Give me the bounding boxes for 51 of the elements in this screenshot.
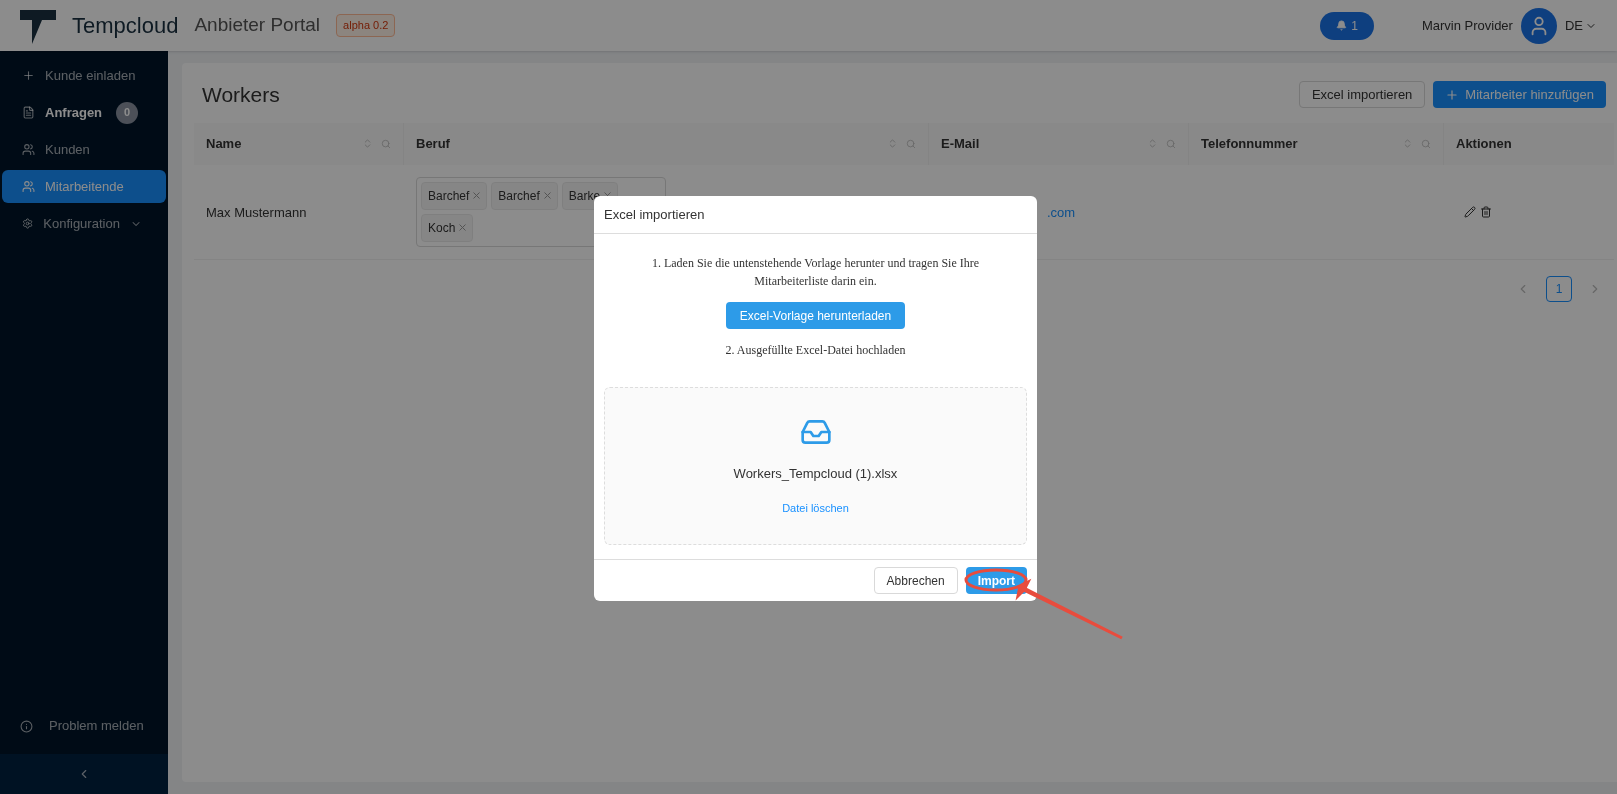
search-icon[interactable] (1166, 138, 1176, 149)
delete-icon[interactable] (1480, 205, 1492, 218)
add-button[interactable]: Mitarbeiter hinzufügen (1433, 81, 1606, 109)
cancel-button[interactable]: Abbrechen (873, 567, 958, 594)
sidebar-item[interactable]: Mitarbeitende (2, 170, 166, 203)
count-badge: 0 (116, 101, 138, 124)
portal-title: Anbieter Portal (194, 13, 321, 38)
sidebar-item[interactable]: Kunden (2, 133, 166, 166)
download-template-button[interactable]: Excel-Vorlage herunterladen (725, 302, 906, 329)
import-button[interactable]: Excel importieren (1298, 81, 1426, 109)
sidebar-label: Kunden (45, 140, 90, 159)
plus-icon (1445, 87, 1460, 102)
team-icon (22, 180, 35, 193)
upload-area[interactable]: Workers_Tempcloud (1).xlsx Datei löschen (604, 387, 1027, 545)
sidebar-item[interactable]: Konfiguration (2, 207, 166, 240)
sidebar-item[interactable]: Anfragen 0 (2, 96, 166, 129)
edit-icon[interactable] (1464, 205, 1476, 218)
language-selector[interactable]: DE (1564, 15, 1597, 36)
page-title: Workers (202, 82, 280, 108)
tag: Barchef (421, 181, 488, 210)
column-header: E-Mail (941, 134, 980, 153)
delete-file-link[interactable]: Datei löschen (782, 499, 849, 516)
sidebar-label: Anfragen (45, 103, 103, 122)
logo-icon (20, 7, 56, 44)
column-header: Name (206, 134, 242, 153)
tag: Koch (421, 213, 474, 242)
search-icon[interactable] (1421, 138, 1431, 149)
sidebar-item[interactable]: Problem melden (0, 706, 168, 746)
user-name: Marvin Provider (1421, 16, 1513, 35)
page-button[interactable]: 1 (1546, 275, 1572, 302)
column-header: Telefonnummer (1201, 134, 1298, 153)
step-instruction: 2. Ausgefüllte Excel-Datei hochladen (724, 342, 907, 359)
column-header: Aktionen (1456, 134, 1512, 153)
collapse-bar[interactable] (0, 754, 168, 794)
search-icon[interactable] (906, 138, 916, 149)
sidebar-label: Konfiguration (43, 214, 120, 233)
brand-name: Tempcloud (72, 12, 179, 40)
file-name: Workers_Tempcloud (1).xlsx (733, 465, 898, 483)
notification-button[interactable]: 1 (1320, 11, 1374, 40)
version-badge: alpha 0.2 (336, 14, 396, 37)
avatar-icon[interactable] (1520, 7, 1557, 44)
sidebar-item[interactable]: Kunde einladen (2, 59, 166, 92)
search-icon[interactable] (381, 138, 391, 149)
step-instruction: 1. Laden Sie die untenstehende Vorlage herunter und tragen Sie Ihre Mitarbeiterliste darin ein. (650, 255, 981, 290)
bell-icon (1336, 20, 1348, 31)
sidebar-label: Kunde einladen (45, 66, 136, 85)
column-header: Beruf (416, 134, 450, 153)
tag: Barchef (491, 181, 558, 210)
sidebar-label: Mitarbeitende (45, 177, 124, 196)
table-cell: .com (1047, 204, 1076, 220)
table-cell: Max Mustermann (206, 204, 307, 220)
